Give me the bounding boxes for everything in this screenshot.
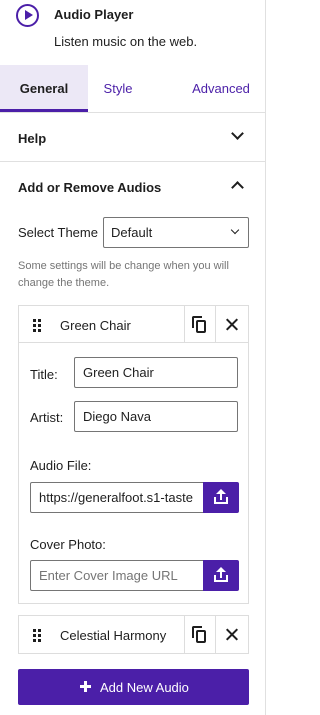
settings-tabs: General Style Advanced: [0, 65, 266, 113]
play-circle-icon: [16, 4, 39, 27]
upload-audio-button[interactable]: [203, 482, 239, 513]
chevron-up-icon: [231, 181, 244, 194]
audio-item-header[interactable]: Green Chair: [19, 306, 248, 343]
theme-help-text: Some settings will be change when you wi…: [18, 260, 229, 289]
audio-item: Green Chair Title: Green Chair Artist: D…: [18, 305, 249, 604]
block-header: Audio Player Listen music on the web.: [0, 0, 266, 65]
title-input[interactable]: Green Chair: [74, 357, 238, 388]
add-remove-audios-label: Add or Remove Audios: [18, 180, 162, 195]
audio-player-settings-panel: Audio Player Listen music on the web. Ge…: [0, 0, 266, 715]
remove-audio-button[interactable]: [215, 306, 248, 343]
drag-handle-icon[interactable]: [33, 319, 41, 332]
artist-label: Artist:: [30, 410, 64, 425]
audio-file-url-input[interactable]: https://generalfoot.s1-taste: [30, 482, 204, 513]
artist-input[interactable]: Diego Nava: [74, 401, 238, 432]
theme-select-value: Default: [111, 225, 153, 240]
audio-item: Celestial Harmony: [18, 615, 249, 654]
cover-image-url-input[interactable]: Enter Cover Image URL: [30, 560, 204, 591]
theme-select[interactable]: Default: [103, 217, 249, 248]
close-icon: [225, 627, 239, 641]
chevron-down-icon: [231, 127, 244, 140]
add-new-audio-button[interactable]: Add New Audio: [18, 669, 249, 705]
upload-icon: [214, 567, 228, 583]
help-section-toggle[interactable]: Help: [0, 114, 266, 162]
tab-style[interactable]: Style: [88, 65, 148, 112]
drag-handle-icon[interactable]: [33, 629, 41, 642]
block-title: Audio Player: [54, 7, 134, 22]
copy-icon: [192, 626, 207, 643]
audio-item-name: Celestial Harmony: [60, 628, 167, 643]
plus-icon: [80, 681, 91, 692]
remove-audio-button[interactable]: [215, 616, 248, 653]
duplicate-audio-button[interactable]: [184, 306, 212, 343]
block-description: Listen music on the web.: [54, 34, 198, 49]
audio-item-name: Green Chair: [60, 318, 131, 333]
chevron-down-icon: [230, 225, 240, 235]
add-remove-audios-section-toggle[interactable]: Add or Remove Audios: [0, 163, 266, 211]
upload-icon: [214, 489, 228, 505]
close-icon: [225, 317, 239, 331]
select-theme-label: Select Theme: [18, 225, 98, 240]
add-new-audio-label: Add New Audio: [100, 680, 189, 695]
help-section-label: Help: [18, 131, 47, 146]
tab-general[interactable]: General: [0, 65, 88, 112]
audio-file-label: Audio File:: [30, 458, 92, 473]
duplicate-audio-button[interactable]: [184, 616, 212, 653]
tab-advanced[interactable]: Advanced: [182, 65, 260, 112]
audio-item-header[interactable]: Celestial Harmony: [19, 616, 248, 653]
copy-icon: [192, 316, 207, 333]
upload-cover-button[interactable]: [203, 560, 239, 591]
title-label: Title:: [30, 367, 58, 382]
cover-photo-label: Cover Photo:: [30, 537, 106, 552]
